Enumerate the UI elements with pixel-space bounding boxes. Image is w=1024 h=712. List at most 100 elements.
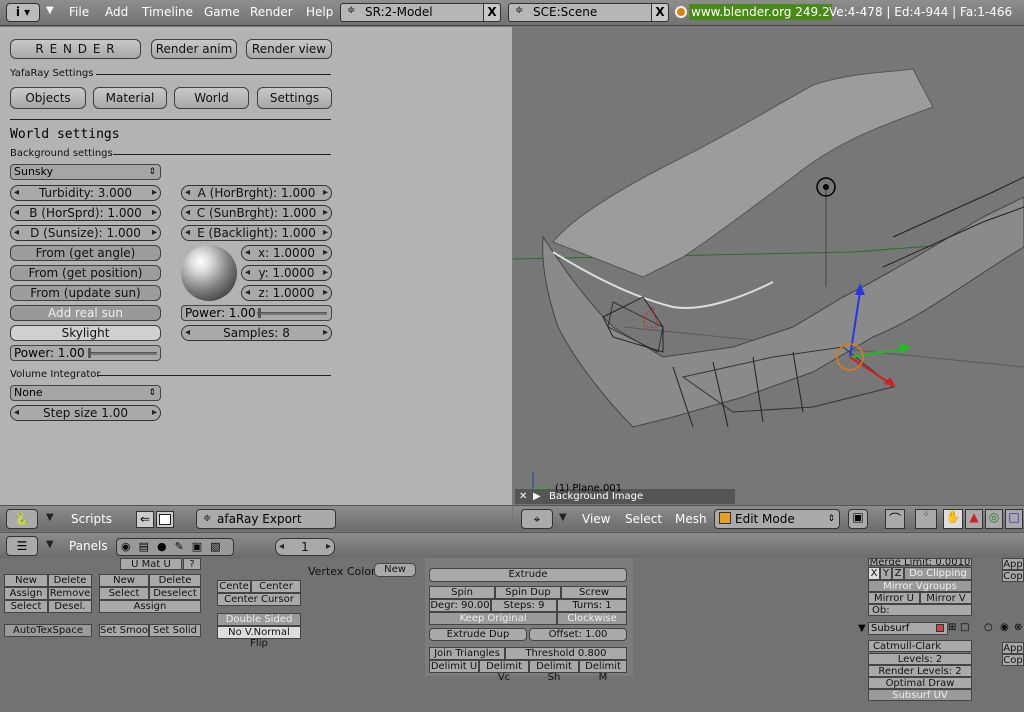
tab-objects[interactable]: Objects xyxy=(10,87,86,109)
mirror-v-toggle[interactable]: Mirror V xyxy=(920,592,972,604)
background-image-panel-header[interactable]: ✕ ▶ Background Image xyxy=(515,489,735,504)
scene-selector[interactable]: ≑ SCE:Scene X xyxy=(508,3,669,22)
tab-settings[interactable]: Settings xyxy=(257,87,332,109)
menu-view[interactable]: View xyxy=(582,512,610,526)
set-smooth-button[interactable]: Set Smoo xyxy=(99,624,149,637)
mirror-vgroups-toggle[interactable]: Mirror Vgroups xyxy=(868,580,972,592)
expand-modifier-icon[interactable]: ▼ xyxy=(858,623,866,634)
delimit-m-toggle[interactable]: Delimit M xyxy=(579,660,627,683)
delimit-u-toggle[interactable]: Delimit U xyxy=(429,660,479,673)
menu-timeline[interactable]: Timeline xyxy=(142,5,193,19)
script-selector[interactable]: ≑ afaRay Export 0..001 xyxy=(196,509,336,544)
skylight-toggle[interactable]: Skylight xyxy=(10,325,161,341)
step-size-field[interactable]: Step size 1.00 xyxy=(10,405,161,421)
collapse-menu-icon[interactable]: ▼ xyxy=(559,512,567,523)
close-scene-icon[interactable]: X xyxy=(651,3,669,22)
from-update-sun-button[interactable]: From (update sun) xyxy=(10,285,161,301)
center-cursor-button[interactable]: Center Cursor xyxy=(217,593,301,606)
extrude-button[interactable]: Extrude xyxy=(429,568,627,582)
axis-y-toggle[interactable]: Y xyxy=(880,567,892,580)
mat-new-button[interactable]: New xyxy=(99,574,149,587)
tab-material[interactable]: Material xyxy=(93,87,167,109)
umat-selector[interactable]: U Mat U xyxy=(120,558,182,570)
z-field[interactable]: z: 1.0000 xyxy=(241,285,332,301)
delete-modifier-icon[interactable]: ⊗ xyxy=(1014,622,1022,633)
screw-button[interactable]: Screw xyxy=(561,586,627,599)
mat-select-button[interactable]: Select xyxy=(99,587,149,600)
mirror-u-toggle[interactable]: Mirror U xyxy=(868,592,920,604)
axis-x-toggle[interactable]: X xyxy=(868,567,880,580)
vgroup-remove-button[interactable]: Remove xyxy=(48,587,92,600)
mat-delete-button[interactable]: Delete xyxy=(149,574,201,587)
no-vnormal-flip-toggle[interactable]: No V.Normal Flip xyxy=(217,626,301,649)
buttons-window-icon[interactable]: ☰ xyxy=(6,536,38,556)
d-sunsize-field[interactable]: D (Sunsize): 1.000 xyxy=(10,225,161,241)
e-backlight-field[interactable]: E (Backlight): 1.000 xyxy=(181,225,332,241)
menu-file[interactable]: File xyxy=(69,5,89,19)
subsurf-type-dropdown[interactable]: Catmull-Clark xyxy=(868,640,972,652)
translate-manipulator-icon[interactable]: □ xyxy=(1005,509,1023,529)
axis-z-toggle[interactable]: Z xyxy=(892,567,904,580)
close-screen-icon[interactable]: X xyxy=(483,3,501,22)
render-levels-field[interactable]: Render Levels: 2 xyxy=(868,665,972,677)
vgroup-assign-button[interactable]: Assign xyxy=(4,587,48,600)
frame-field[interactable]: 1 xyxy=(275,538,335,556)
autotexspace-toggle[interactable]: AutoTexSpace xyxy=(4,624,92,637)
merge-limit-field[interactable]: Merge Limit: 0.0010 xyxy=(868,558,972,566)
draw-type-icon[interactable]: ▣ xyxy=(848,509,868,529)
apply-button-2[interactable]: App xyxy=(1002,642,1024,654)
expand-panel-icon[interactable]: ▶ xyxy=(533,489,541,504)
layers-icon[interactable]: ⁘ xyxy=(915,509,937,529)
collapse-menu-icon[interactable]: ▼ xyxy=(46,539,54,550)
turns-field[interactable]: Turns: 1 xyxy=(557,599,627,612)
b-horsprd-field[interactable]: B (HorSprd): 1.000 xyxy=(10,205,161,221)
pivot-icon[interactable]: ⌒ xyxy=(885,509,905,529)
move-up-icon[interactable]: ◉ xyxy=(1000,622,1009,633)
close-panel-icon[interactable]: ✕ xyxy=(519,489,527,504)
apply-button-1[interactable]: App xyxy=(1002,558,1024,570)
screen-selector[interactable]: ≑ SR:2-Model X xyxy=(340,3,501,22)
double-sided-toggle[interactable]: Double Sided xyxy=(217,613,301,626)
vgroup-select-button[interactable]: Select xyxy=(4,600,48,613)
add-real-sun-toggle[interactable]: Add real sun xyxy=(10,305,161,321)
turbidity-field[interactable]: Turbidity: 3.000 xyxy=(10,185,161,201)
y-field[interactable]: y: 1.0000 xyxy=(241,265,332,281)
menu-render[interactable]: Render xyxy=(250,5,293,19)
power-slider-right[interactable]: Power: 1.00 xyxy=(181,305,332,321)
keep-original-toggle[interactable]: Keep Original xyxy=(429,612,557,625)
slider-handle[interactable] xyxy=(88,348,91,358)
help-button[interactable]: ? xyxy=(183,558,201,570)
viewport-scene[interactable] xyxy=(513,27,1024,505)
scale-manipulator-icon[interactable]: ◎ xyxy=(985,509,1003,529)
menu-mesh[interactable]: Mesh xyxy=(675,512,707,526)
new-script-icon[interactable] xyxy=(156,511,174,528)
render-button[interactable]: R E N D E R xyxy=(10,39,141,59)
power-slider-left[interactable]: Power: 1.00 xyxy=(10,345,161,361)
cage-toggle-icon[interactable]: □ xyxy=(960,622,969,633)
vgroup-desel-button[interactable]: Desel. xyxy=(48,600,92,613)
vertex-color-new-button[interactable]: New xyxy=(374,563,416,577)
view3d-window-icon[interactable]: ⌖ xyxy=(521,509,553,529)
center-new-button[interactable]: Center Ne xyxy=(251,580,301,603)
collapse-menu-icon[interactable]: ▼ xyxy=(46,5,54,16)
mirror-object-field[interactable]: Ob: xyxy=(868,604,972,616)
spin-button[interactable]: Spin xyxy=(429,586,495,599)
samples-field[interactable]: Samples: 8 xyxy=(181,325,332,341)
clockwise-toggle[interactable]: Clockwise xyxy=(557,612,627,625)
x-field[interactable]: x: 1.0000 xyxy=(241,245,332,261)
from-get-angle-button[interactable]: From (get angle) xyxy=(10,245,161,261)
optimal-draw-toggle[interactable]: Optimal Draw xyxy=(868,677,972,689)
volume-type-dropdown[interactable]: None ⇕ xyxy=(10,385,161,401)
vgroup-new-button[interactable]: New xyxy=(4,574,48,587)
vgroup-delete-button[interactable]: Delete xyxy=(48,574,92,587)
render-anim-button[interactable]: Render anim xyxy=(151,39,237,59)
info-window-icon[interactable]: i ▾ xyxy=(6,3,40,22)
offset-field[interactable]: Offset: 1.00 xyxy=(529,628,627,641)
editmode-toggle-icon[interactable]: ⊞ xyxy=(948,622,956,633)
steps-field[interactable]: Steps: 9 xyxy=(491,599,557,612)
hand-manipulator-icon[interactable]: ✋ xyxy=(943,509,963,529)
levels-field[interactable]: Levels: 2 xyxy=(868,653,972,665)
background-type-dropdown[interactable]: Sunsky ⇕ xyxy=(10,164,161,180)
copy-button-1[interactable]: Cop xyxy=(1002,570,1024,582)
back-arrow-icon[interactable]: ⇐ xyxy=(136,511,154,528)
